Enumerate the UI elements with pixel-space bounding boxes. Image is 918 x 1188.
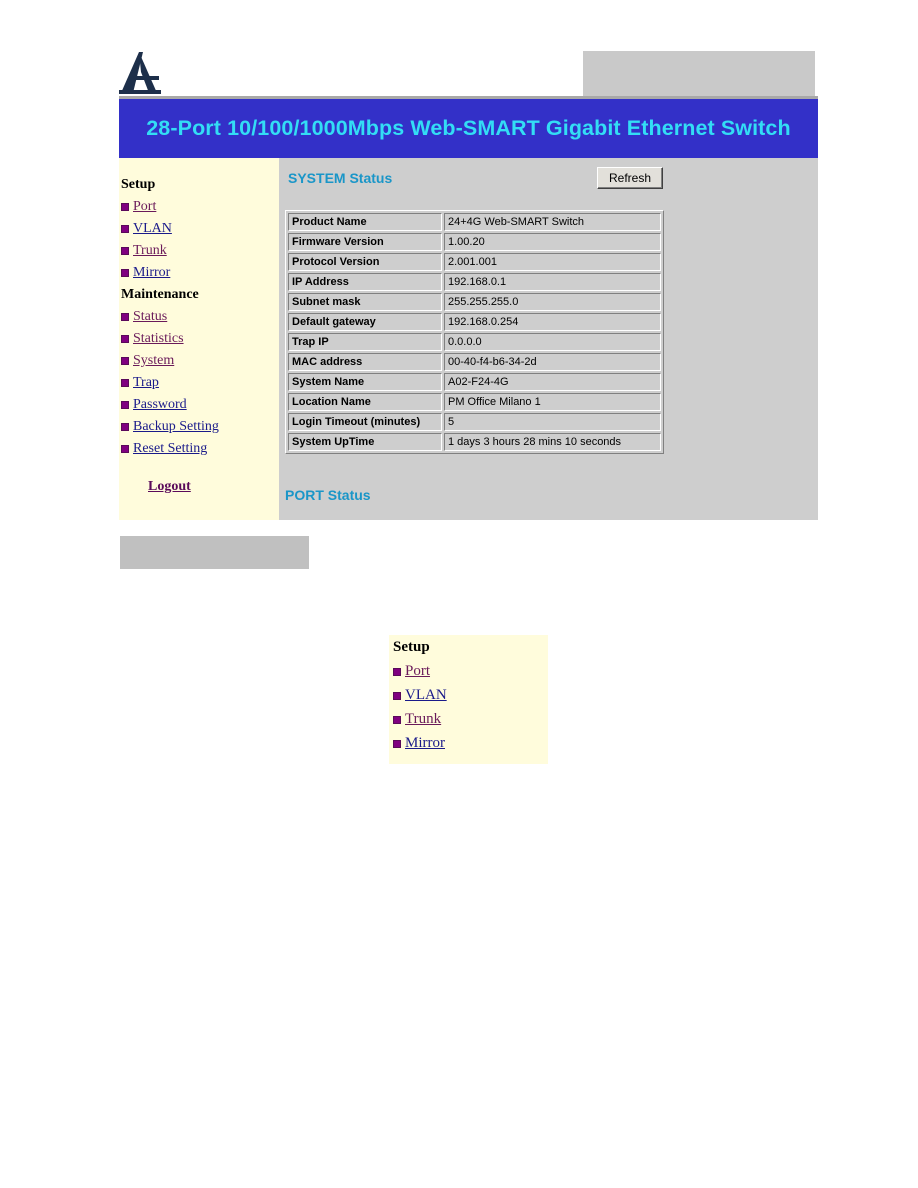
caption-placeholder-box: [120, 536, 309, 569]
detail-link-trunk[interactable]: Trunk: [405, 711, 441, 728]
sidebar-item-port[interactable]: Port: [121, 199, 156, 215]
table-row: Location Name PM Office Milano 1: [288, 393, 661, 411]
bullet-icon: [121, 313, 129, 321]
sidebar-item-trap[interactable]: Trap: [121, 375, 159, 391]
detail-link-mirror[interactable]: Mirror: [405, 735, 445, 752]
row-value: 2.001.001: [444, 253, 661, 271]
row-value: 00-40-f4-b6-34-2d: [444, 353, 661, 371]
header-placeholder-box: [583, 51, 815, 97]
sidebar-link-trap[interactable]: Trap: [133, 375, 159, 391]
bullet-icon: [121, 401, 129, 409]
row-value: PM Office Milano 1: [444, 393, 661, 411]
detail-link-vlan[interactable]: VLAN: [405, 687, 447, 704]
bullet-icon: [393, 667, 401, 676]
bullet-icon: [121, 423, 129, 431]
row-value: 1.00.20: [444, 233, 661, 251]
detail-item-port[interactable]: Port: [393, 663, 430, 680]
row-value: 255.255.255.0: [444, 293, 661, 311]
table-row: Subnet mask 255.255.255.0: [288, 293, 661, 311]
sidebar-item-status[interactable]: Status: [121, 309, 167, 325]
sidebar-link-port[interactable]: Port: [133, 199, 156, 215]
sidebar-heading-maintenance: Maintenance: [121, 287, 199, 302]
row-value: A02-F24-4G: [444, 373, 661, 391]
sidebar-link-status[interactable]: Status: [133, 309, 167, 325]
detail-item-mirror[interactable]: Mirror: [393, 735, 445, 752]
table-row: Protocol Version 2.001.001: [288, 253, 661, 271]
sidebar-item-password[interactable]: Password: [121, 397, 187, 413]
row-value: 1 days 3 hours 28 mins 10 seconds: [444, 433, 661, 451]
bullet-icon: [121, 335, 129, 343]
row-value: 24+4G Web-SMART Switch: [444, 213, 661, 231]
table-row: System Name A02-F24-4G: [288, 373, 661, 391]
row-label: MAC address: [288, 353, 442, 371]
bullet-icon: [121, 225, 129, 233]
row-label: Product Name: [288, 213, 442, 231]
row-label: System UpTime: [288, 433, 442, 451]
sidebar-item-system[interactable]: System: [121, 353, 174, 369]
row-label: Location Name: [288, 393, 442, 411]
bullet-icon: [393, 739, 401, 748]
row-value: 192.168.0.1: [444, 273, 661, 291]
row-value: 0.0.0.0: [444, 333, 661, 351]
table-row: IP Address 192.168.0.1: [288, 273, 661, 291]
sidebar-nav: Setup Port VLAN Trunk Mirror Maintenance…: [119, 158, 279, 520]
page-title: 28-Port 10/100/1000Mbps Web-SMART Gigabi…: [146, 116, 791, 140]
sidebar-link-backup-setting[interactable]: Backup Setting: [133, 419, 219, 435]
system-status-table: Product Name 24+4G Web-SMART Switch Firm…: [285, 210, 664, 454]
row-label: Subnet mask: [288, 293, 442, 311]
sidebar-link-mirror[interactable]: Mirror: [133, 265, 170, 281]
bullet-icon: [121, 247, 129, 255]
sidebar-link-trunk[interactable]: Trunk: [133, 243, 167, 259]
row-label: Protocol Version: [288, 253, 442, 271]
table-row: Trap IP 0.0.0.0: [288, 333, 661, 351]
sidebar-item-backup-setting[interactable]: Backup Setting: [121, 419, 219, 435]
title-banner: 28-Port 10/100/1000Mbps Web-SMART Gigabi…: [119, 99, 818, 158]
row-label: IP Address: [288, 273, 442, 291]
detail-item-vlan[interactable]: VLAN: [393, 687, 447, 704]
bullet-icon: [393, 691, 401, 700]
bullet-icon: [121, 269, 129, 277]
sidebar-heading-setup: Setup: [121, 177, 156, 192]
logout-link[interactable]: Logout: [148, 479, 191, 495]
bullet-icon: [121, 203, 129, 211]
sidebar-item-trunk[interactable]: Trunk: [121, 243, 167, 259]
row-label: Firmware Version: [288, 233, 442, 251]
table-row: Firmware Version 1.00.20: [288, 233, 661, 251]
bullet-icon: [121, 379, 129, 387]
sidebar-link-password[interactable]: Password: [133, 397, 187, 413]
table-row: System UpTime 1 days 3 hours 28 mins 10 …: [288, 433, 661, 451]
row-label: Login Timeout (minutes): [288, 413, 442, 431]
detail-item-trunk[interactable]: Trunk: [393, 711, 441, 728]
sidebar-item-mirror[interactable]: Mirror: [121, 265, 170, 281]
bullet-icon: [121, 357, 129, 365]
row-label: System Name: [288, 373, 442, 391]
table-row: Product Name 24+4G Web-SMART Switch: [288, 213, 661, 231]
row-label: Trap IP: [288, 333, 442, 351]
row-label: Default gateway: [288, 313, 442, 331]
sidebar-link-statistics[interactable]: Statistics: [133, 331, 184, 347]
row-value: 192.168.0.254: [444, 313, 661, 331]
refresh-button[interactable]: Refresh: [597, 167, 663, 189]
setup-menu-detail: Setup Port VLAN Trunk Mirror: [389, 635, 548, 764]
system-status-title: SYSTEM Status: [288, 170, 393, 186]
sidebar-item-vlan[interactable]: VLAN: [121, 221, 172, 237]
atlantis-logo-icon: [119, 52, 161, 94]
sidebar-item-reset-setting[interactable]: Reset Setting: [121, 441, 207, 457]
bullet-icon: [121, 445, 129, 453]
table-row: Default gateway 192.168.0.254: [288, 313, 661, 331]
bullet-icon: [393, 715, 401, 724]
main-content: SYSTEM Status Refresh Product Name 24+4G…: [279, 158, 818, 520]
detail-link-port[interactable]: Port: [405, 663, 430, 680]
table-row: Login Timeout (minutes) 5: [288, 413, 661, 431]
sidebar-link-system[interactable]: System: [133, 353, 174, 369]
sidebar-link-vlan[interactable]: VLAN: [133, 221, 172, 237]
detail-heading-setup: Setup: [393, 639, 430, 655]
port-status-title: PORT Status: [285, 487, 371, 503]
sidebar-link-reset-setting[interactable]: Reset Setting: [133, 441, 207, 457]
row-value: 5: [444, 413, 661, 431]
table-row: MAC address 00-40-f4-b6-34-2d: [288, 353, 661, 371]
sidebar-item-statistics[interactable]: Statistics: [121, 331, 184, 347]
